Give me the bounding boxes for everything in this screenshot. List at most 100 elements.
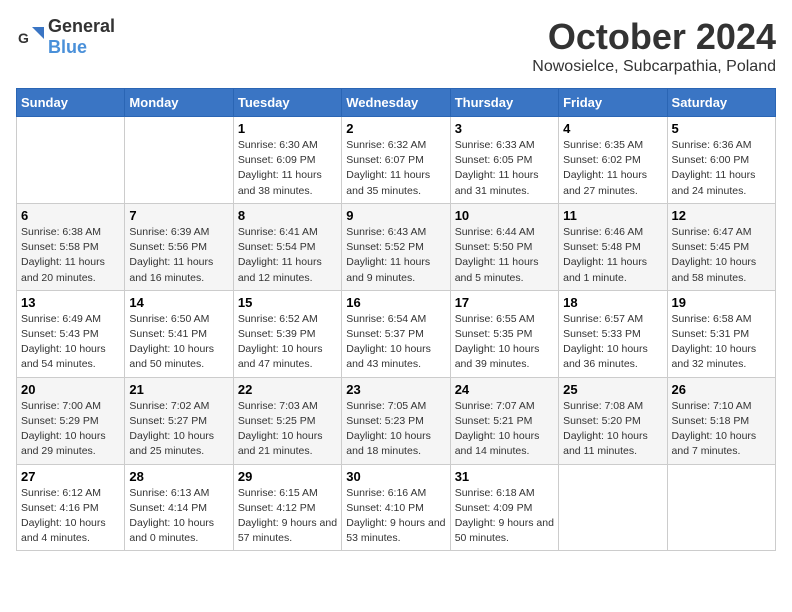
weekday-header: Thursday: [450, 89, 558, 117]
day-info: Sunrise: 6:16 AMSunset: 4:10 PMDaylight:…: [346, 486, 445, 547]
calendar-cell: 29 Sunrise: 6:15 AMSunset: 4:12 PMDayligh…: [233, 464, 341, 551]
calendar-cell: 31 Sunrise: 6:18 AMSunset: 4:09 PMDayligh…: [450, 464, 558, 551]
calendar-cell: 13 Sunrise: 6:49 AMSunset: 5:43 PMDayligh…: [17, 290, 125, 377]
day-info: Sunrise: 7:10 AMSunset: 5:18 PMDaylight:…: [672, 399, 771, 460]
day-info: Sunrise: 6:39 AMSunset: 5:56 PMDaylight:…: [129, 225, 228, 286]
title-section: October 2024 Nowosielce, Subcarpathia, P…: [532, 16, 776, 76]
day-info: Sunrise: 6:46 AMSunset: 5:48 PMDaylight:…: [563, 225, 662, 286]
day-number: 14: [129, 295, 228, 310]
calendar-cell: 28 Sunrise: 6:13 AMSunset: 4:14 PMDayligh…: [125, 464, 233, 551]
day-number: 30: [346, 469, 445, 484]
day-number: 17: [455, 295, 554, 310]
calendar-cell: 21 Sunrise: 7:02 AMSunset: 5:27 PMDayligh…: [125, 377, 233, 464]
calendar-cell: [17, 117, 125, 204]
day-info: Sunrise: 6:38 AMSunset: 5:58 PMDaylight:…: [21, 225, 120, 286]
logo-icon: G: [16, 23, 44, 51]
day-info: Sunrise: 6:52 AMSunset: 5:39 PMDaylight:…: [238, 312, 337, 373]
calendar-week-row: 6 Sunrise: 6:38 AMSunset: 5:58 PMDaylight…: [17, 203, 776, 290]
calendar-cell: 11 Sunrise: 6:46 AMSunset: 5:48 PMDayligh…: [559, 203, 667, 290]
calendar-week-row: 20 Sunrise: 7:00 AMSunset: 5:29 PMDayligh…: [17, 377, 776, 464]
day-info: Sunrise: 7:00 AMSunset: 5:29 PMDaylight:…: [21, 399, 120, 460]
day-number: 19: [672, 295, 771, 310]
calendar-cell: 17Sunrise: 6:55 AMSunset: 5:35 PMDayligh…: [450, 290, 558, 377]
day-number: 3: [455, 121, 554, 136]
day-number: 15: [238, 295, 337, 310]
weekday-header: Sunday: [17, 89, 125, 117]
day-info: Sunrise: 6:43 AMSunset: 5:52 PMDaylight:…: [346, 225, 445, 286]
calendar-cell: 25 Sunrise: 7:08 AMSunset: 5:20 PMDayligh…: [559, 377, 667, 464]
day-info: Sunrise: 7:08 AMSunset: 5:20 PMDaylight:…: [563, 399, 662, 460]
calendar-table: SundayMondayTuesdayWednesdayThursdayFrid…: [16, 88, 776, 551]
day-info: Sunrise: 6:30 AMSunset: 6:09 PMDaylight:…: [238, 138, 337, 199]
day-number: 25: [563, 382, 662, 397]
day-info: Sunrise: 6:54 AMSunset: 5:37 PMDaylight:…: [346, 312, 445, 373]
calendar-week-row: 13 Sunrise: 6:49 AMSunset: 5:43 PMDayligh…: [17, 290, 776, 377]
calendar-cell: 4Sunrise: 6:35 AMSunset: 6:02 PMDaylight…: [559, 117, 667, 204]
calendar-cell: 5Sunrise: 6:36 AMSunset: 6:00 PMDaylight…: [667, 117, 775, 204]
day-number: 8: [238, 208, 337, 223]
day-number: 9: [346, 208, 445, 223]
page-header: G General Blue October 2024 Nowosielce, …: [16, 16, 776, 76]
calendar-cell: 10Sunrise: 6:44 AMSunset: 5:50 PMDayligh…: [450, 203, 558, 290]
day-number: 31: [455, 469, 554, 484]
day-number: 1: [238, 121, 337, 136]
svg-text:G: G: [18, 30, 29, 46]
day-info: Sunrise: 6:33 AMSunset: 6:05 PMDaylight:…: [455, 138, 554, 199]
day-number: 26: [672, 382, 771, 397]
day-number: 6: [21, 208, 120, 223]
day-number: 12: [672, 208, 771, 223]
day-number: 29: [238, 469, 337, 484]
day-number: 11: [563, 208, 662, 223]
day-info: Sunrise: 6:18 AMSunset: 4:09 PMDaylight:…: [455, 486, 554, 547]
calendar-week-row: 27Sunrise: 6:12 AMSunset: 4:16 PMDayligh…: [17, 464, 776, 551]
day-number: 20: [21, 382, 120, 397]
weekday-header: Wednesday: [342, 89, 450, 117]
day-info: Sunrise: 6:44 AMSunset: 5:50 PMDaylight:…: [455, 225, 554, 286]
month-title: October 2024: [532, 16, 776, 58]
day-info: Sunrise: 6:49 AMSunset: 5:43 PMDaylight:…: [21, 312, 120, 373]
day-info: Sunrise: 6:35 AMSunset: 6:02 PMDaylight:…: [563, 138, 662, 199]
calendar-cell: 2Sunrise: 6:32 AMSunset: 6:07 PMDaylight…: [342, 117, 450, 204]
calendar-cell: [125, 117, 233, 204]
calendar-cell: 26 Sunrise: 7:10 AMSunset: 5:18 PMDayligh…: [667, 377, 775, 464]
day-number: 13: [21, 295, 120, 310]
calendar-header-row: SundayMondayTuesdayWednesdayThursdayFrid…: [17, 89, 776, 117]
day-number: 28: [129, 469, 228, 484]
calendar-cell: 30 Sunrise: 6:16 AMSunset: 4:10 PMDayligh…: [342, 464, 450, 551]
calendar-cell: 14 Sunrise: 6:50 AMSunset: 5:41 PMDayligh…: [125, 290, 233, 377]
calendar-cell: 27Sunrise: 6:12 AMSunset: 4:16 PMDayligh…: [17, 464, 125, 551]
weekday-header: Friday: [559, 89, 667, 117]
day-info: Sunrise: 7:02 AMSunset: 5:27 PMDaylight:…: [129, 399, 228, 460]
day-number: 24: [455, 382, 554, 397]
logo-blue-text: Blue: [48, 37, 87, 57]
calendar-cell: 3 Sunrise: 6:33 AMSunset: 6:05 PMDaylight…: [450, 117, 558, 204]
day-number: 27: [21, 469, 120, 484]
day-number: 18: [563, 295, 662, 310]
calendar-cell: 7 Sunrise: 6:39 AMSunset: 5:56 PMDaylight…: [125, 203, 233, 290]
day-info: Sunrise: 6:13 AMSunset: 4:14 PMDaylight:…: [129, 486, 228, 547]
day-info: Sunrise: 6:15 AMSunset: 4:12 PMDaylight:…: [238, 486, 337, 547]
day-info: Sunrise: 7:03 AMSunset: 5:25 PMDaylight:…: [238, 399, 337, 460]
calendar-cell: 9 Sunrise: 6:43 AMSunset: 5:52 PMDaylight…: [342, 203, 450, 290]
weekday-header: Saturday: [667, 89, 775, 117]
day-info: Sunrise: 6:57 AMSunset: 5:33 PMDaylight:…: [563, 312, 662, 373]
calendar-cell: 18 Sunrise: 6:57 AMSunset: 5:33 PMDayligh…: [559, 290, 667, 377]
calendar-cell: 23Sunrise: 7:05 AMSunset: 5:23 PMDayligh…: [342, 377, 450, 464]
calendar-cell: 15 Sunrise: 6:52 AMSunset: 5:39 PMDayligh…: [233, 290, 341, 377]
day-info: Sunrise: 6:41 AMSunset: 5:54 PMDaylight:…: [238, 225, 337, 286]
day-info: Sunrise: 6:50 AMSunset: 5:41 PMDaylight:…: [129, 312, 228, 373]
day-number: 7: [129, 208, 228, 223]
calendar-cell: 8 Sunrise: 6:41 AMSunset: 5:54 PMDaylight…: [233, 203, 341, 290]
calendar-cell: 20 Sunrise: 7:00 AMSunset: 5:29 PMDayligh…: [17, 377, 125, 464]
calendar-cell: 16Sunrise: 6:54 AMSunset: 5:37 PMDayligh…: [342, 290, 450, 377]
calendar-week-row: 1 Sunrise: 6:30 AMSunset: 6:09 PMDaylight…: [17, 117, 776, 204]
calendar-cell: 22Sunrise: 7:03 AMSunset: 5:25 PMDayligh…: [233, 377, 341, 464]
day-info: Sunrise: 7:05 AMSunset: 5:23 PMDaylight:…: [346, 399, 445, 460]
day-number: 21: [129, 382, 228, 397]
calendar-cell: [667, 464, 775, 551]
weekday-header: Tuesday: [233, 89, 341, 117]
calendar-cell: 6 Sunrise: 6:38 AMSunset: 5:58 PMDaylight…: [17, 203, 125, 290]
logo: G General Blue: [16, 16, 115, 58]
day-info: Sunrise: 7:07 AMSunset: 5:21 PMDaylight:…: [455, 399, 554, 460]
logo-general-text: General: [48, 16, 115, 36]
